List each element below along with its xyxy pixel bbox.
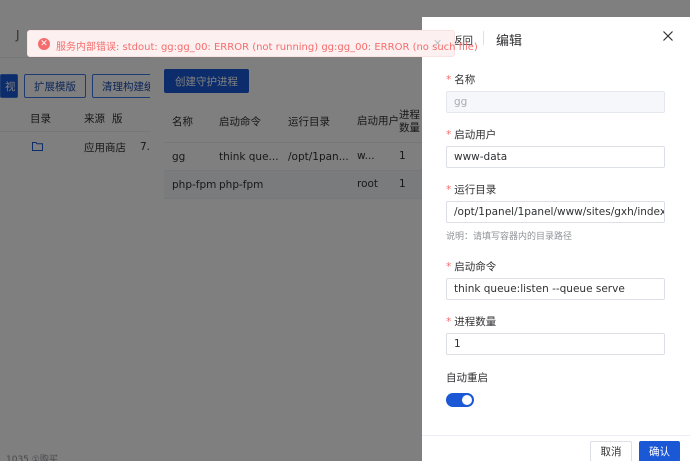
dir-hint: 说明：请填写容器内的目录路径 (446, 232, 573, 242)
auto-restart-switch[interactable] (446, 393, 474, 407)
restart-label: 自动重启 (446, 372, 488, 384)
user-input[interactable]: www-data (446, 146, 665, 168)
switch-knob (462, 395, 472, 405)
toast-close-icon[interactable]: ✕ (433, 37, 442, 50)
edit-drawer: 返回 编辑 * 名称 gg * 启动用户 www-data * 运行目录 /opt/1… (422, 17, 690, 461)
cancel-button[interactable]: 取消 (590, 441, 632, 461)
confirm-button[interactable]: 确认 (639, 441, 680, 461)
edit-title: 编辑 (496, 34, 523, 49)
dir-input[interactable]: /opt/1panel/1panel/www/sites/gxh/index (446, 201, 665, 223)
num-input[interactable]: 1 (446, 333, 665, 355)
edit-drawer-footer: 取消 确认 (422, 435, 690, 461)
cmd-label: * 启动命令 (446, 261, 497, 273)
dir-label: * 运行目录 (446, 184, 497, 196)
header-divider (483, 31, 484, 45)
error-circle-icon: ✕ (38, 38, 50, 50)
user-label: * 启动用户 (446, 129, 497, 141)
name-input[interactable]: gg (446, 91, 665, 113)
error-toast: ✕ 服务内部错误: stdout: gg:gg_00: ERROR (not r… (27, 30, 478, 57)
overlay-mask-2[interactable] (150, 17, 422, 461)
close-icon[interactable] (662, 30, 676, 44)
toast-message: 服务内部错误: stdout: gg:gg_00: ERROR (not run… (56, 42, 478, 53)
cmd-input[interactable]: think queue:listen --queue serve (446, 278, 665, 300)
name-label: * 名称 (446, 74, 476, 86)
num-label: * 进程数量 (446, 316, 497, 328)
